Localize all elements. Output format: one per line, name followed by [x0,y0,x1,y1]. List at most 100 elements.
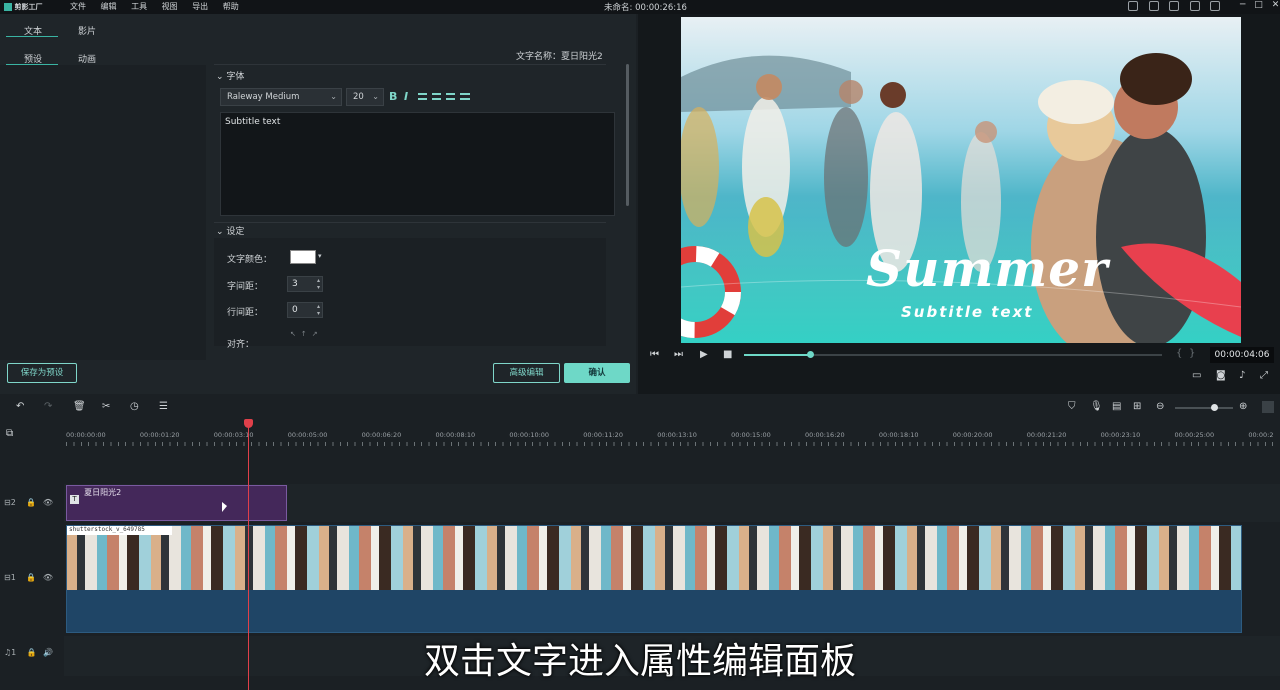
menu-help[interactable]: 帮助 [223,2,239,11]
logo-text: 剪影工厂 [14,3,43,11]
ruler-label: 00:00:16:20 [805,431,845,439]
tab-animation[interactable]: 动画 [78,52,96,65]
track-header-2: ⊟2 🔒 👁 [4,498,68,507]
track-number: 1 [10,573,16,582]
align-left-icon[interactable] [418,93,427,100]
zoom-slider[interactable] [1175,407,1233,409]
zoom-out-icon[interactable]: ⊖ [1156,401,1164,412]
display-icon[interactable]: ▭ [1192,370,1201,381]
zoom-handle[interactable] [1211,404,1218,411]
minimize-icon[interactable]: ─ [1240,0,1245,10]
video-clip[interactable]: shutterstock_v_649785 [66,525,1242,633]
font-section-title[interactable]: ⌄ 字体 [216,69,244,82]
line-spacing-input[interactable]: 0 ▴ ▾ [287,302,323,318]
grid-view-icon[interactable] [1262,401,1274,413]
line-spacing-label: 行间距： [227,308,264,318]
marker-icon[interactable]: ⛉ [1068,401,1076,412]
mixer-icon[interactable]: ▤ [1112,401,1121,412]
menu-tools[interactable]: 工具 [131,2,147,11]
zoom-in-icon[interactable]: ⊕ [1239,401,1247,412]
chevron-down-icon: ⌄ [330,92,337,101]
ruler-label: 00:00:20:00 [952,431,993,439]
track-type-icon: ⊟ [4,573,11,582]
preview-subtitle-text: Subtitle text [901,303,1034,321]
font-family-select[interactable]: Raleway Medium ⌄ [220,88,342,106]
ruler-label: 00:00:15:00 [731,431,771,439]
advanced-edit-button[interactable]: 高级编辑 [493,363,560,383]
scrollbar[interactable] [626,64,629,206]
italic-button[interactable]: I [404,90,408,103]
color-dropdown-icon[interactable]: ▾ [318,252,322,260]
progress-fill [744,354,810,356]
lock-icon[interactable]: 🔒 [26,498,36,507]
ruler-label: 00:00:05:00 [287,431,328,439]
align-right-icon[interactable] [446,93,455,100]
skip-back-icon[interactable]: ⏮ [650,349,659,360]
play-icon[interactable]: ▶ [700,349,708,360]
spinner-icon[interactable]: ▴ ▾ [317,303,320,317]
logo-icon [4,3,12,11]
preset-list [0,65,206,360]
undo-icon[interactable]: ↶ [16,401,24,412]
fit-icon[interactable]: ⊞ [1133,401,1141,412]
playhead-handle[interactable] [244,419,253,428]
title-clip[interactable]: T 夏日阳光2 [66,485,287,521]
fullscreen-icon[interactable]: ⤢ [1260,370,1268,381]
letter-spacing-input[interactable]: 3 ▴ ▾ [287,276,323,292]
redo-icon[interactable]: ↷ [44,401,52,412]
video-preview[interactable]: Summer Subtitle text [681,17,1241,343]
cart-icon[interactable] [1148,1,1159,11]
snapshot-icon[interactable]: ◙ [1216,370,1226,381]
save-icon[interactable] [1169,1,1180,11]
font-size-select[interactable]: 20 ⌄ [346,88,384,106]
adjust-icon[interactable]: ☰ [159,401,168,412]
justify-icon[interactable] [460,93,470,100]
track-number: 2 [10,498,16,507]
menu-export[interactable]: 导出 [192,2,208,11]
lock-icon[interactable]: 🔒 [26,573,36,582]
divider [214,222,606,223]
eye-icon[interactable]: 👁 [43,573,53,582]
delete-icon[interactable]: 🗑 [73,401,86,412]
timeline-ruler[interactable]: ⧉ 00:00:00:00 00:00:01:20 00:00:03:10 00:00… [0,420,1280,448]
account-icon[interactable] [1128,1,1138,11]
preview-title-text: Summer [866,239,1109,298]
mic-icon[interactable]: 🎙 [1090,401,1103,412]
text-color-swatch[interactable] [290,250,316,264]
save-preset-button[interactable]: 保存为预设 [7,363,77,383]
text-content-input[interactable]: Subtitle text [220,112,615,216]
timeline-toolbar: ↶ ↷ 🗑 ✂ ◷ ☰ ⛉ 🎙 ▤ ⊞ ⊖ ⊕ [0,396,1280,420]
mark-out-icon[interactable]: } [1189,348,1195,359]
letter-spacing-value: 3 [292,279,298,289]
align-center-icon[interactable] [432,93,441,100]
mail-icon[interactable] [1189,1,1200,11]
menu-file[interactable]: 文件 [70,2,86,11]
progress-handle[interactable] [807,351,814,358]
confirm-button[interactable]: 确认 [564,363,630,383]
speed-icon[interactable]: ◷ [130,401,139,412]
cut-icon[interactable]: ✂ [102,401,110,412]
volume-icon[interactable]: ♪ [1239,370,1245,381]
empty-lane [64,448,1280,482]
close-icon[interactable]: ✕ [1272,0,1280,10]
step-forward-icon[interactable]: ⏭ [674,349,683,360]
settings-section-title[interactable]: ⌄ 设定 [216,224,244,237]
text-color-label: 文字颜色： [227,255,273,265]
alignment-grid-icon[interactable]: ↖↑↗ [290,330,323,338]
add-track-icon[interactable]: ⧉ [6,428,13,439]
bold-button[interactable]: B [389,90,397,103]
spinner-icon[interactable]: ▴ ▾ [317,277,320,291]
download-icon[interactable] [1210,1,1221,11]
eye-icon[interactable]: 👁 [43,498,53,507]
font-size-value: 20 [353,92,364,102]
ruler-label: 00:00:25:00 [1174,431,1215,439]
ruler-label: 00:00:08:10 [435,431,476,439]
mark-in-icon[interactable]: { [1176,348,1182,359]
stop-icon[interactable]: ■ [723,349,732,360]
subtitle-caption: 双击文字进入属性编辑面板 [423,641,856,682]
menu-view[interactable]: 视图 [162,2,178,11]
menu-edit[interactable]: 编辑 [101,2,117,11]
maximize-icon[interactable]: □ [1254,0,1263,10]
tab-video[interactable]: 影片 [78,24,96,37]
letter-spacing-label: 字间距： [227,282,264,292]
